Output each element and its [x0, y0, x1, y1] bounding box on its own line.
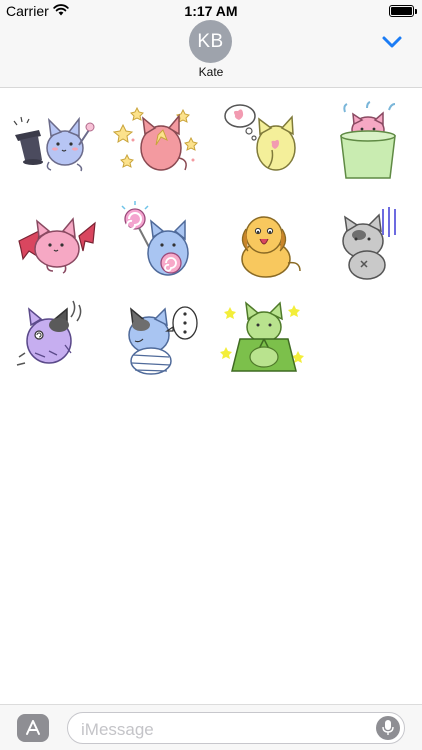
sticker-cat-green-cape[interactable] [218, 295, 308, 385]
app-store-button[interactable] [17, 714, 49, 742]
sticker-cat-lollipop[interactable] [113, 201, 203, 291]
sticker-cat-magic-hat[interactable] [9, 100, 99, 190]
clock: 1:17 AM [184, 3, 238, 19]
sticker-cat-mummy-dots[interactable] [113, 295, 203, 385]
microphone-button[interactable] [376, 716, 400, 740]
microphone-icon [382, 720, 394, 735]
sticker-cat-stars[interactable] [113, 100, 203, 190]
battery-icon [389, 5, 414, 17]
message-input[interactable]: iMessage [67, 712, 405, 744]
message-composer: iMessage [0, 704, 422, 750]
status-bar: Carrier 1:17 AM [0, 0, 422, 22]
sticker-cat-gray-scared[interactable] [323, 201, 413, 291]
app-store-icon [26, 720, 40, 735]
sticker-cat-dog-costume[interactable] [218, 201, 308, 291]
sticker-cat-bat-wings[interactable] [9, 201, 99, 291]
sticker-cat-zombie[interactable] [9, 295, 99, 385]
sticker-cat-heart-thought[interactable] [218, 100, 308, 190]
conversation-header: Carrier 1:17 AM KB Kate [0, 0, 422, 88]
chevron-down-icon[interactable] [380, 34, 404, 50]
message-placeholder: iMessage [81, 720, 154, 739]
sticker-cat-bucket[interactable] [323, 100, 413, 190]
contact-avatar[interactable]: KB [189, 20, 232, 63]
contact-name[interactable]: Kate [0, 65, 422, 79]
